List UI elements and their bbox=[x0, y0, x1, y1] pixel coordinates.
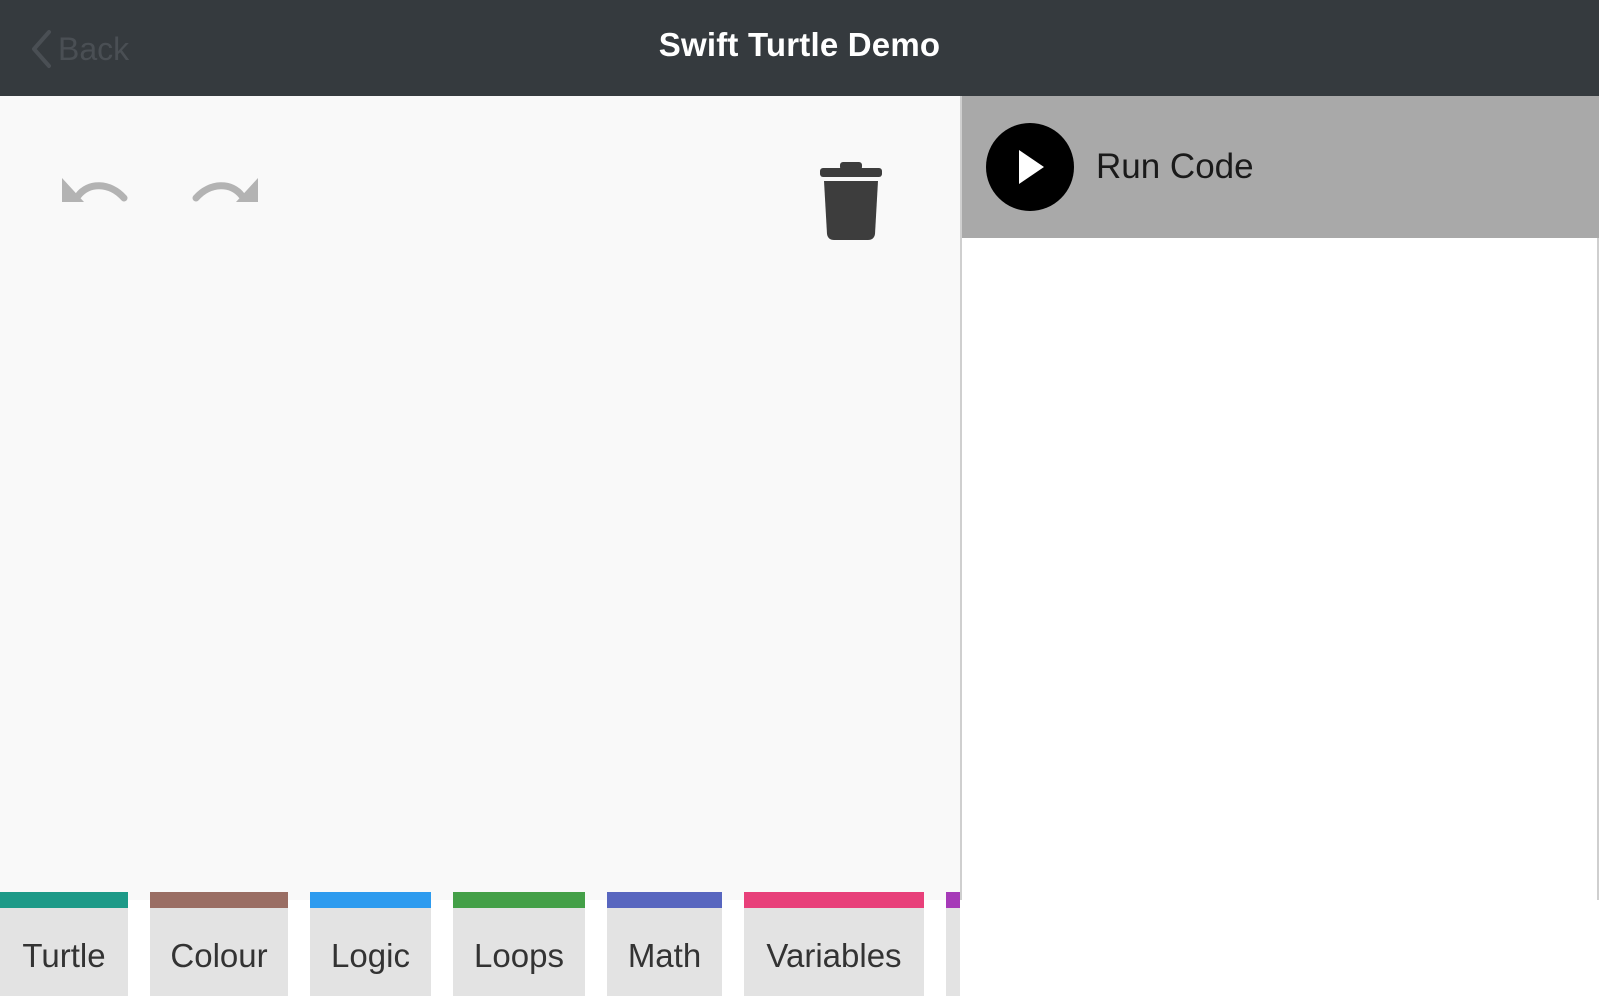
category-colour[interactable]: Colour bbox=[150, 892, 288, 996]
undo-button[interactable] bbox=[58, 172, 130, 211]
toolbox: Turtle Colour Logic Loops Math Variables bbox=[0, 892, 960, 996]
category-logic[interactable]: Logic bbox=[310, 892, 431, 996]
redo-button[interactable] bbox=[190, 172, 262, 211]
undo-icon bbox=[62, 178, 128, 202]
run-code-label[interactable]: Run Code bbox=[1096, 147, 1254, 187]
category-label: Variables bbox=[766, 937, 902, 974]
play-icon bbox=[1019, 150, 1044, 184]
trash-button[interactable] bbox=[818, 160, 884, 247]
run-bar: Run Code bbox=[962, 96, 1599, 238]
blocks-workspace[interactable]: Turtle Colour Logic Loops Math Variables bbox=[0, 96, 960, 996]
category-functions[interactable] bbox=[946, 892, 960, 996]
redo-icon bbox=[192, 178, 258, 202]
category-label: Logic bbox=[331, 937, 410, 974]
trash-icon bbox=[820, 162, 882, 240]
category-math[interactable]: Math bbox=[607, 892, 722, 996]
category-label: Turtle bbox=[22, 937, 106, 974]
category-loops[interactable]: Loops bbox=[453, 892, 585, 996]
category-label: Colour bbox=[170, 937, 268, 974]
page-title: Swift Turtle Demo bbox=[658, 26, 941, 63]
run-button[interactable] bbox=[986, 123, 1074, 211]
category-label: Math bbox=[627, 937, 702, 974]
navigation-bar: Back Swift Turtle Demo bbox=[0, 0, 1599, 96]
output-panel: Run Code bbox=[960, 96, 1599, 900]
category-label: Loops bbox=[474, 937, 564, 974]
category-turtle[interactable]: Turtle bbox=[0, 892, 128, 996]
turtle-canvas bbox=[962, 238, 1599, 900]
category-variables[interactable]: Variables bbox=[744, 892, 924, 996]
